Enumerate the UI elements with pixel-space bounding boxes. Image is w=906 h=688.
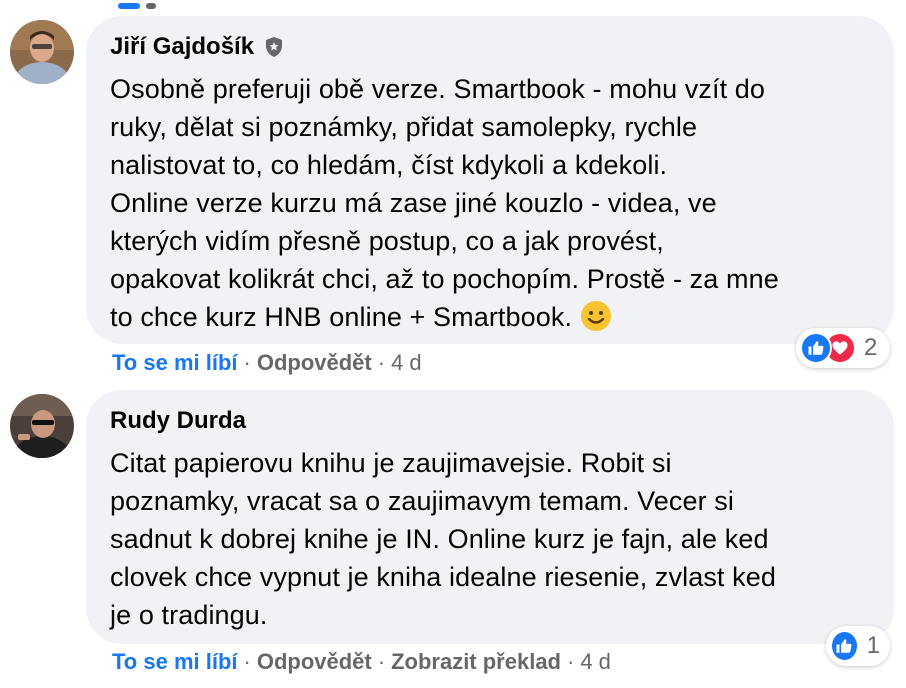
like-reaction-icon [830,630,859,662]
avatar-photo-icon [10,20,74,84]
previous-actions-clipped [118,0,288,9]
comment-bubble-2: Rudy Durda Citat papierovu knihu je zauj… [86,390,894,644]
separator-dot: · [377,350,386,375]
comment-actions-2: To se mi líbí · Odpovědět · Zobrazit pře… [112,649,611,675]
avatar-photo-icon [10,394,74,458]
reply-link[interactable]: Odpovědět [257,350,372,376]
reaction-count: 1 [866,632,880,659]
like-link[interactable]: To se mi líbí [112,350,238,376]
separator-dot: · [243,649,251,674]
reactions-summary-2[interactable]: 1 [826,626,890,666]
reaction-count: 2 [864,334,878,361]
timestamp[interactable]: 4 d [391,350,422,376]
comment-author-2: Rudy Durda [110,406,870,436]
separator-dot: · [377,649,386,674]
timestamp[interactable]: 4 d [580,649,611,675]
author-name[interactable]: Rudy Durda [110,406,246,436]
shield-badge-icon [262,35,286,59]
show-translation-link[interactable]: Zobrazit překlad [391,649,561,675]
comment-body: Citat papierovu knihu je zaujimavejsie. … [110,448,776,630]
separator-dot: · [567,649,575,674]
separator-dot: · [243,350,251,375]
avatar-rudy[interactable] [10,394,74,458]
reactions-summary-1[interactable]: 2 [796,328,890,368]
comment-text-1: Osobně preferuji obě verze. Smartbook - … [110,70,870,336]
like-reaction-icon [800,332,832,364]
like-link[interactable]: To se mi líbí [112,649,238,675]
avatar-jiri[interactable] [10,20,74,84]
comment-body: Osobně preferuji obě verze. Smartbook - … [110,74,779,332]
comment-text-2: Citat papierovu knihu je zaujimavejsie. … [110,444,870,634]
comment-bubble-1: Jiří Gajdošík Osobně preferuji obě verze… [86,16,894,344]
comment-author-1: Jiří Gajdošík [110,32,870,62]
smiling-face-emoji-icon [580,300,612,332]
reply-link[interactable]: Odpovědět [257,649,372,675]
comment-actions-1: To se mi líbí · Odpovědět · 4 d [112,350,422,376]
author-name[interactable]: Jiří Gajdošík [110,32,254,62]
